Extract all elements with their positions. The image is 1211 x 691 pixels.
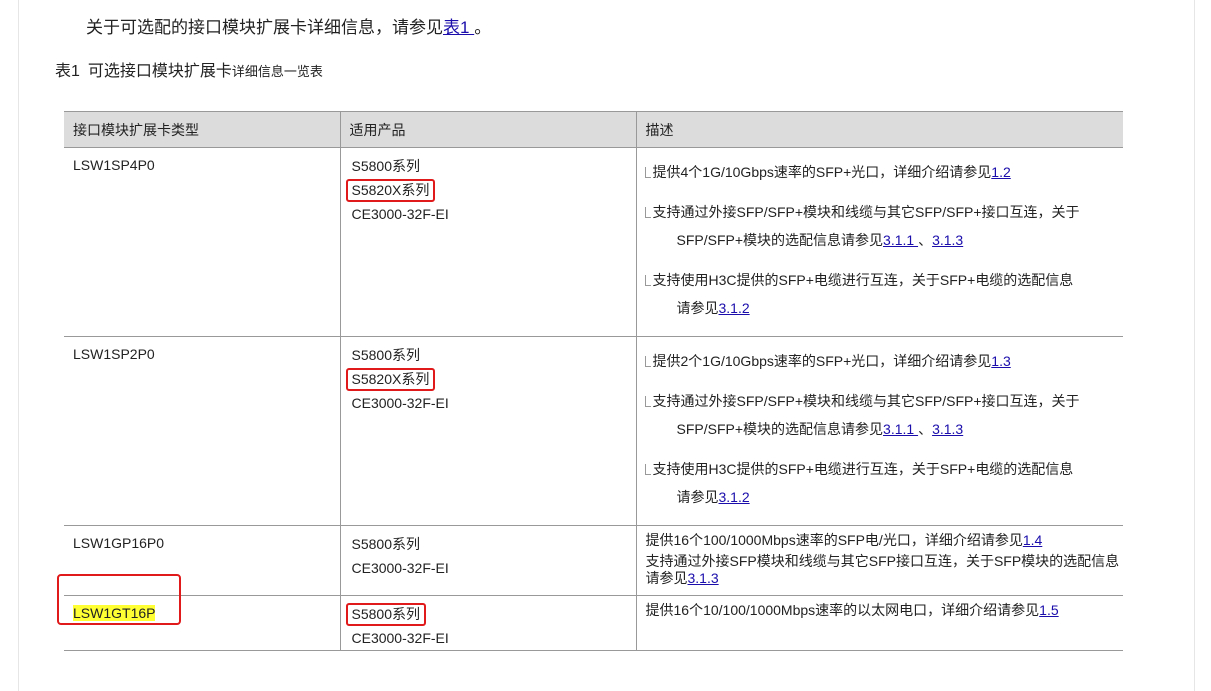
section-link[interactable]: 3.1.1 <box>883 232 918 248</box>
product-item: S5800系列 <box>351 158 420 174</box>
section-link[interactable]: 3.1.3 <box>932 232 963 248</box>
description-text: 支持使用H3C提供的SFP+电缆进行互连，关于SFP+电缆的选配信息 <box>652 272 1074 288</box>
annotation-box-module-type <box>57 574 181 625</box>
description-text: 提供4个1G/10Gbps速率的SFP+光口，详细介绍请参见 <box>652 164 992 180</box>
section-link[interactable]: 3.1.3 <box>688 570 719 586</box>
description-continued: 请参见 <box>676 300 719 316</box>
product-item: CE3000-32F-EI <box>351 630 449 646</box>
cell-description: 提供4个1G/10Gbps速率的SFP+光口，详细介绍请参见1.2 支持通过外接… <box>635 147 1124 337</box>
section-link[interactable]: 1.3 <box>991 353 1010 369</box>
header-products: 适用产品 <box>339 111 636 148</box>
product-item-annotated: S5800系列 <box>345 603 426 626</box>
module-type: LSW1SP4P0 <box>73 157 155 173</box>
description-item: 支持通过外接SFP模块和线缆与其它SFP接口互连，关于SFP模块的选配信息请参见… <box>646 553 1124 587</box>
cell-description: 提供2个1G/10Gbps速率的SFP+光口，详细介绍请参见1.3 支持通过外接… <box>635 336 1124 526</box>
product-item-annotated: S5820X系列 <box>345 368 436 391</box>
table-header-row: 接口模块扩展卡类型 适用产品 描述 <box>64 111 1123 148</box>
table-row: LSW1SP2P0 S5800系列 S5820X系列 CE3000-32F-EI… <box>64 336 1124 526</box>
intro-suffix: 。 <box>474 18 492 37</box>
description-text: 支持使用H3C提供的SFP+电缆进行互连，关于SFP+电缆的选配信息 <box>652 461 1074 477</box>
interface-module-table: 接口模块扩展卡类型 适用产品 描述 LSW1SP4P0 S5800系列 S582… <box>64 111 1123 651</box>
description-item: 提供4个1G/10Gbps速率的SFP+光口，详细介绍请参见1.2 <box>644 158 1124 186</box>
header-description: 描述 <box>635 111 1123 148</box>
bullet-marker <box>644 167 651 178</box>
cell-products: S5800系列 CE3000-32F-EI <box>339 595 636 651</box>
product-item: S5800系列 <box>351 347 420 363</box>
description-item: 提供16个10/100/1000Mbps速率的以太网电口，详细介绍请参见1.5 <box>646 602 1124 619</box>
section-link[interactable]: 1.5 <box>1039 602 1058 618</box>
product-item: CE3000-32F-EI <box>351 395 449 411</box>
description-continued: SFP/SFP+模块的选配信息请参见 <box>676 232 884 248</box>
product-item: CE3000-32F-EI <box>351 206 449 222</box>
section-link[interactable]: 3.1.2 <box>719 489 750 505</box>
caption-main: 可选接口模块扩展卡 <box>87 63 232 80</box>
module-type: LSW1GP16P0 <box>73 535 165 551</box>
section-link[interactable]: 3.1.3 <box>932 421 963 437</box>
cell-description: 提供16个100/1000Mbps速率的SFP电/光口，详细介绍请参见1.4 支… <box>635 525 1124 596</box>
description-text: 支持通过外接SFP/SFP+模块和线缆与其它SFP/SFP+接口互连，关于 <box>652 393 1080 409</box>
description-item: 支持使用H3C提供的SFP+电缆进行互连，关于SFP+电缆的选配信息请参见3.1… <box>644 266 1124 322</box>
product-item-annotated: S5820X系列 <box>345 179 436 202</box>
section-link[interactable]: 3.1.1 <box>883 421 918 437</box>
page-left-rule <box>18 0 19 691</box>
description-item: 支持通过外接SFP/SFP+模块和线缆与其它SFP/SFP+接口互连，关于 SFP… <box>644 198 1124 254</box>
caption-number: 表1 <box>55 63 80 80</box>
section-link[interactable]: 1.4 <box>1023 532 1042 548</box>
link-separator: 、 <box>918 232 933 248</box>
intro-paragraph: 关于可选配的接口模块扩展卡详细信息，请参见表1 。 <box>86 17 491 39</box>
description-item: 支持通过外接SFP/SFP+模块和线缆与其它SFP/SFP+接口互连，关于 SFP… <box>644 387 1124 443</box>
table-caption: 表1 可选接口模块扩展卡详细信息一览表 <box>55 61 323 83</box>
link-separator: 、 <box>918 421 933 437</box>
cell-products: S5800系列 CE3000-32F-EI <box>339 525 636 596</box>
intro-text: 关于可选配的接口模块扩展卡详细信息，请参见 <box>86 18 443 37</box>
bullet-marker <box>644 275 651 286</box>
cell-products: S5800系列 S5820X系列 CE3000-32F-EI <box>339 336 636 526</box>
description-item: 支持使用H3C提供的SFP+电缆进行互连，关于SFP+电缆的选配信息请参见3.1… <box>644 455 1124 511</box>
section-link[interactable]: 1.2 <box>991 164 1010 180</box>
product-item: S5800系列 <box>351 536 420 552</box>
table1-link[interactable]: 表1 <box>443 18 474 37</box>
description-item: 提供16个100/1000Mbps速率的SFP电/光口，详细介绍请参见1.4 <box>646 532 1124 549</box>
section-link[interactable]: 3.1.2 <box>719 300 750 316</box>
description-continued: SFP/SFP+模块的选配信息请参见 <box>676 421 884 437</box>
description-text: 支持通过外接SFP/SFP+模块和线缆与其它SFP/SFP+接口互连，关于 <box>652 204 1080 220</box>
description-text: 提供16个10/100/1000Mbps速率的以太网电口，详细介绍请参见 <box>645 602 1040 618</box>
header-type: 接口模块扩展卡类型 <box>64 111 340 148</box>
module-type: LSW1SP2P0 <box>73 346 155 362</box>
product-item: CE3000-32F-EI <box>351 560 449 576</box>
cell-description: 提供16个10/100/1000Mbps速率的以太网电口，详细介绍请参见1.5 <box>635 595 1124 651</box>
cell-type: LSW1SP2P0 <box>64 336 340 526</box>
table-row: LSW1SP4P0 S5800系列 S5820X系列 CE3000-32F-EI… <box>64 147 1124 337</box>
caption-small: 详细信息一览表 <box>231 64 323 79</box>
cell-products: S5800系列 S5820X系列 CE3000-32F-EI <box>339 147 636 337</box>
description-continued: 请参见 <box>676 489 719 505</box>
description-item: 提供2个1G/10Gbps速率的SFP+光口，详细介绍请参见1.3 <box>644 347 1124 375</box>
bullet-marker <box>644 396 651 407</box>
page-right-rule <box>1194 0 1195 691</box>
description-text: 提供2个1G/10Gbps速率的SFP+光口，详细介绍请参见 <box>652 353 992 369</box>
table-row: LSW1GT16P S5800系列 CE3000-32F-EI 提供16个10/… <box>64 595 1124 651</box>
description-text: 提供16个100/1000Mbps速率的SFP电/光口，详细介绍请参见 <box>645 532 1023 548</box>
bullet-marker <box>644 356 651 367</box>
cell-type: LSW1SP4P0 <box>64 147 340 337</box>
table-row: LSW1GP16P0 S5800系列 CE3000-32F-EI 提供16个10… <box>64 525 1124 596</box>
bullet-marker <box>644 464 651 475</box>
bullet-marker <box>644 207 651 218</box>
